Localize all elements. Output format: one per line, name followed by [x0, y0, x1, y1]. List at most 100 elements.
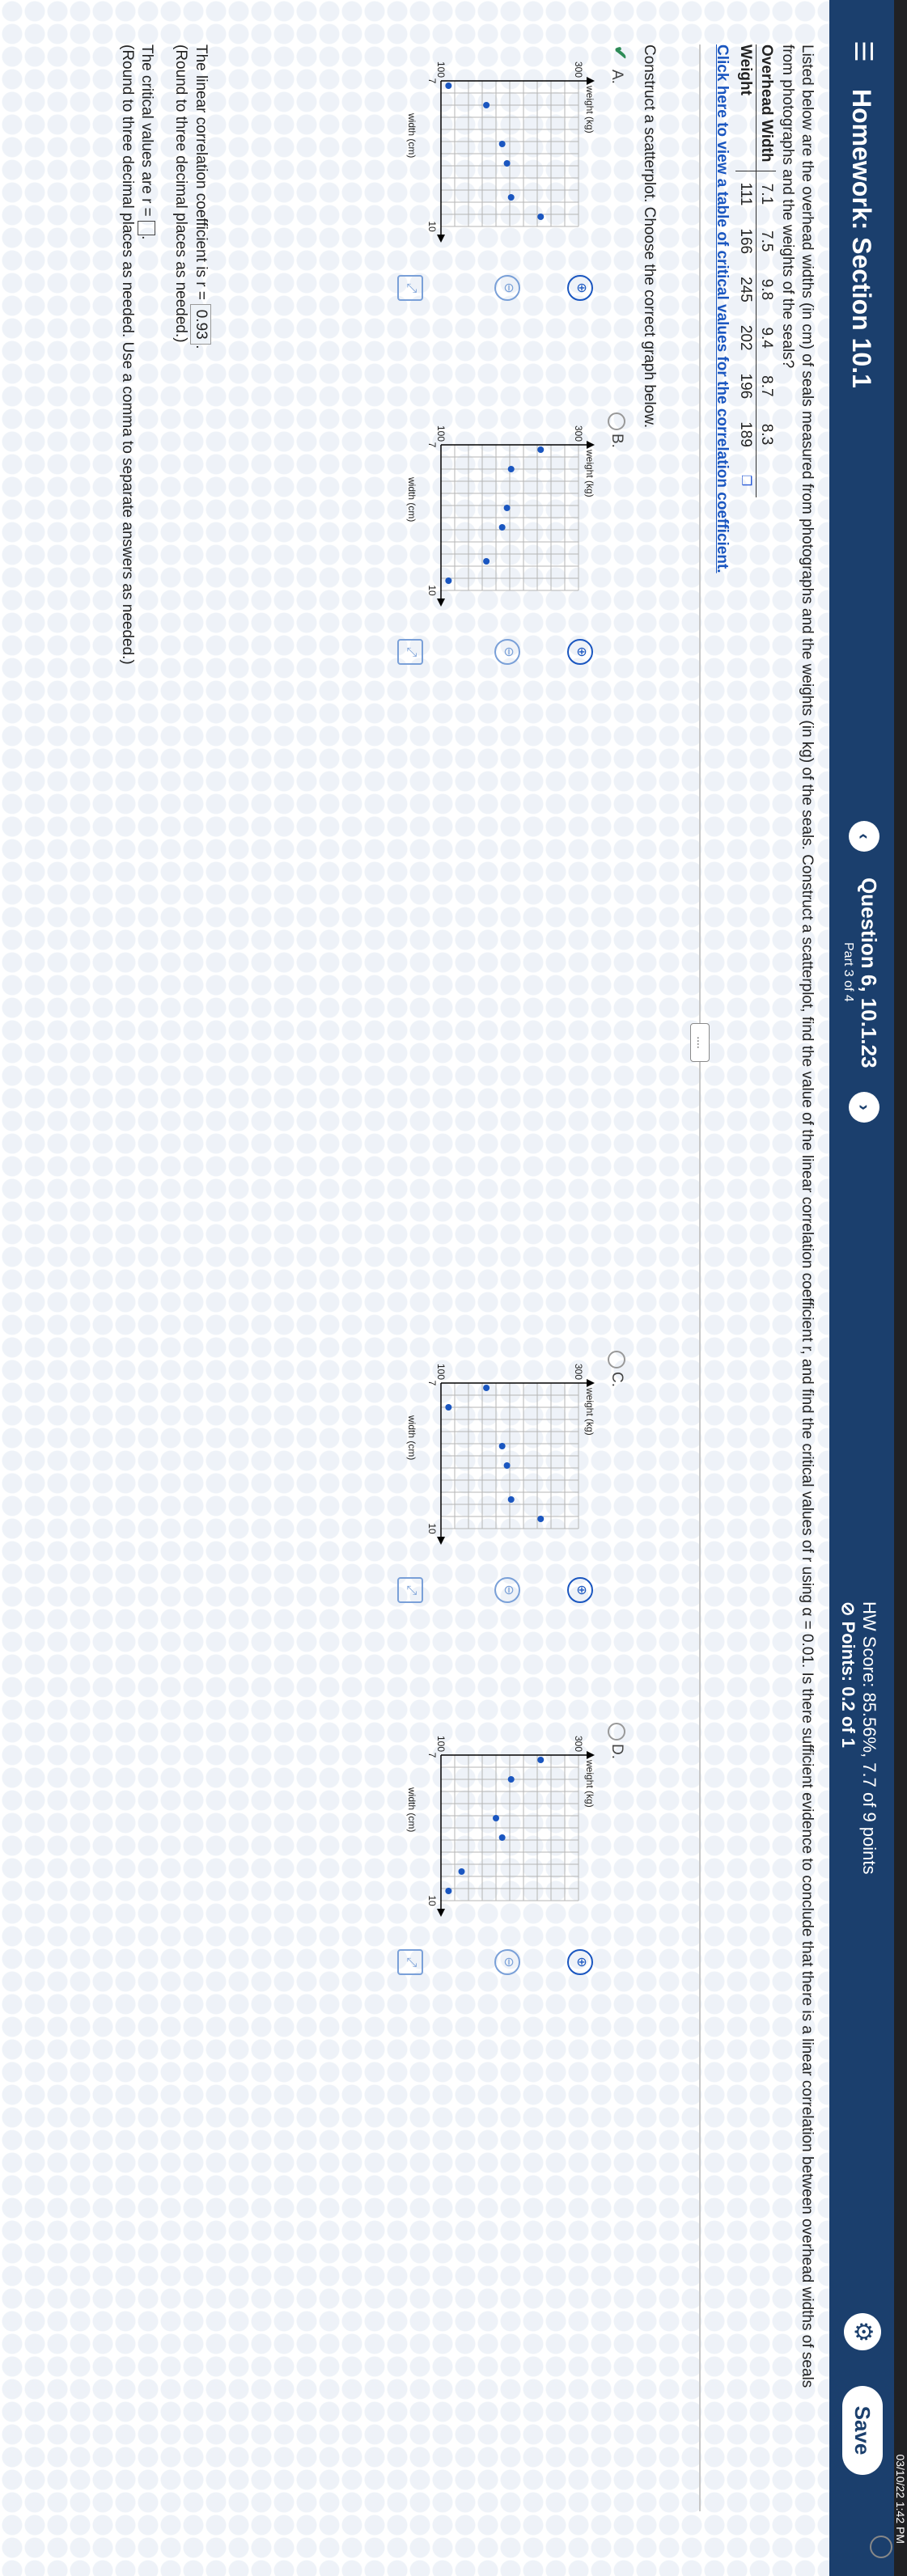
data-point — [503, 160, 511, 167]
expand-more-button[interactable]: .... — [690, 1023, 710, 1062]
data-point — [493, 1815, 499, 1821]
y-axis-arrow — [587, 1379, 595, 1387]
data-point — [445, 1888, 452, 1894]
zoom-out-icon[interactable]: ⊖ — [494, 639, 520, 665]
x-axis-label: width (cm) — [406, 112, 417, 158]
table-row-label: Weight — [735, 44, 757, 171]
zoom-in-icon[interactable]: ⊕ — [567, 275, 593, 301]
zoom-out-icon[interactable]: ⊖ — [494, 1577, 520, 1603]
save-button[interactable]: Save — [842, 2386, 883, 2475]
x-tick-label: 10 — [426, 1523, 438, 1534]
x-tick-label: 10 — [426, 585, 438, 596]
choice-c[interactable]: C. weight (kg) 300 100 7 10 width (cm) ⊕ ⊖ ⤢ — [383, 1351, 625, 1603]
homework-title: Homework: Section 10.1 — [847, 89, 876, 388]
table-cell: 245 — [737, 277, 755, 302]
x-axis-arrow — [437, 599, 445, 607]
data-point — [483, 558, 490, 565]
x-axis-arrow — [437, 1909, 445, 1917]
answer-section: The linear correlation coefficient is r … — [117, 44, 211, 665]
construct-prompt: Construct a scatterplot. Choose the corr… — [641, 44, 658, 429]
copy-data-icon[interactable]: ❐ — [739, 470, 752, 486]
page-canvas: 03/10/22 1:42 PM ☰ Homework: Section 10.… — [0, 0, 907, 2576]
status-bar: 03/10/22 1:42 PM — [894, 0, 907, 2576]
zoom-in-icon[interactable]: ⊕ — [567, 1949, 593, 1975]
r-hint: (Round to three decimal places as needed… — [172, 44, 189, 343]
data-point — [483, 1385, 490, 1391]
data-point — [537, 214, 545, 220]
choice-d[interactable]: D. weight (kg) 300 100 7 10 width (cm) ⊕ ⊖ ⤢ — [383, 1723, 625, 1975]
help-icon[interactable] — [870, 2536, 892, 2558]
status-time: 03/10/22 1:42 PM — [894, 2454, 907, 2544]
table-cell: 8.3 — [756, 410, 776, 459]
table-cell: 166 — [737, 228, 755, 255]
y-tick-label: 300 — [573, 61, 584, 78]
data-point — [498, 1443, 506, 1449]
y-tick-label: 300 — [573, 425, 584, 442]
y-axis-arrow — [587, 77, 595, 85]
y-axis-label: weight (kg) — [584, 1387, 595, 1436]
y-axis-arrow — [587, 441, 595, 449]
choice-a[interactable]: ✔ A. weight (kg) 300 100 7 10 width (cm) ⊕ ⊖ … — [383, 45, 630, 301]
y-axis-label: weight (kg) — [584, 449, 595, 497]
data-point — [445, 1404, 452, 1411]
radio-button[interactable] — [608, 1351, 625, 1368]
x-tick-label: 7 — [426, 1753, 438, 1758]
question-navigator: ‹ Question 6, 10.1.23 Part 3 of 4 › — [837, 821, 886, 1614]
hamburger-icon[interactable]: ☰ — [850, 40, 876, 62]
x-axis-arrow — [437, 1537, 445, 1545]
checkmark-icon: ✔ — [610, 45, 630, 61]
table-cell-empty — [756, 458, 776, 498]
scatterplot-a: weight (kg) 300 100 7 10 width (cm) — [396, 49, 603, 267]
radio-button[interactable] — [608, 412, 625, 430]
table-cell: 7.5 — [756, 217, 776, 266]
data-point — [537, 1516, 545, 1522]
choice-b[interactable]: B. weight (kg) 300 100 7 10 width (cm) ⊕ ⊖ ⤢ — [383, 412, 625, 665]
enlarge-graph-icon[interactable]: ⤢ — [397, 639, 423, 665]
question-title: Question 6, 10.1.23 — [857, 878, 881, 1068]
table-cell: 9.8 — [756, 265, 776, 314]
data-point — [537, 1757, 545, 1763]
y-tick-label: 100 — [435, 61, 447, 78]
data-point — [503, 505, 511, 511]
scatterplot-c: weight (kg) 300 100 7 10 width (cm) — [396, 1351, 603, 1569]
enlarge-graph-icon[interactable]: ⤢ — [397, 1577, 423, 1603]
points-text: Points: 0.2 of 1 — [838, 1621, 858, 1749]
zoom-out-icon[interactable]: ⊖ — [494, 275, 520, 301]
critical-hint: (Round to three decimal places as needed… — [119, 44, 136, 665]
table-cell: 9.4 — [756, 313, 776, 362]
scatterplot-svg: weight (kg)300 1007 10 width (cm) — [406, 1364, 595, 1545]
scatterplot-svg: weight (kg)300 1007 10 width (cm) — [406, 61, 595, 243]
zoom-in-icon[interactable]: ⊕ — [567, 1577, 593, 1603]
data-point — [537, 446, 545, 453]
radio-button[interactable] — [608, 1723, 625, 1741]
data-point — [483, 102, 490, 108]
previous-question-button[interactable]: ‹ — [849, 821, 879, 852]
data-point — [507, 1496, 515, 1503]
settings-gear-icon[interactable]: ⚙ — [844, 2313, 881, 2350]
zoom-out-icon[interactable]: ⊖ — [494, 1949, 520, 1975]
points-status: ⊘ Points: 0.2 of 1 — [838, 1601, 858, 1749]
enlarge-graph-icon[interactable]: ⤢ — [397, 275, 423, 301]
question-part: Part 3 of 4 — [841, 942, 855, 1002]
r-statement: The linear correlation coefficient is r … — [190, 44, 211, 665]
y-tick-label: 300 — [573, 1364, 584, 1380]
table-cell: 196 — [737, 373, 755, 400]
app-header: ☰ Homework: Section 10.1 ‹ Question 6, 1… — [829, 0, 894, 2576]
r-answer-field[interactable]: 0.93 — [190, 304, 211, 345]
critical-values-input[interactable] — [138, 221, 156, 236]
zoom-in-icon[interactable]: ⊕ — [567, 639, 593, 665]
choice-letter: B. — [608, 434, 625, 448]
table-row-width: Overhead Width 7.1 7.5 9.8 9.4 8.7 8.3 — [756, 44, 776, 498]
data-point — [498, 141, 506, 147]
copy-data-cell: ❐ — [735, 459, 757, 497]
data-point — [507, 194, 515, 201]
next-question-button[interactable]: › — [849, 1092, 879, 1123]
choice-letter: A. — [608, 70, 625, 84]
x-tick-label: 10 — [426, 1895, 438, 1906]
table-cell: 7.1 — [756, 171, 776, 218]
critical-values-link[interactable]: Click here to view a table of critical v… — [713, 44, 731, 573]
scatterplot-svg: weight (kg)300 1007 10 width (cm) — [406, 1736, 595, 1917]
critical-prefix: The critical values are r = — [138, 44, 155, 217]
data-point — [458, 1868, 465, 1875]
enlarge-graph-icon[interactable]: ⤢ — [397, 1949, 423, 1975]
